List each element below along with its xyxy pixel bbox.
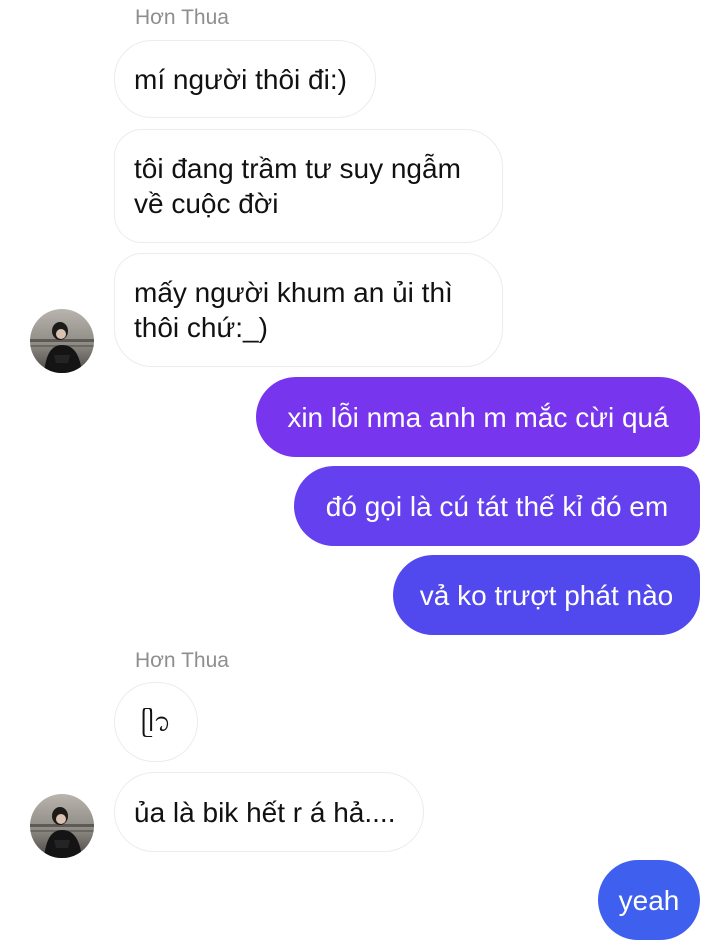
sender-name: Hơn Thua	[135, 6, 229, 29]
message-text: mấy người khum an ủi thì thôi chứ:_)	[134, 277, 453, 343]
message-text: yeah	[618, 884, 680, 916]
outgoing-message-bubble[interactable]: đó gọi là cú tát thế kỉ đó em	[294, 466, 700, 546]
message-text: tôi đang trầm tư suy ngẫm về cuộc đời	[134, 153, 461, 219]
contact-avatar[interactable]	[30, 309, 94, 373]
person-photo-icon	[30, 794, 94, 858]
incoming-message-bubble[interactable]: ᥫ᭡	[114, 682, 198, 762]
outgoing-message-bubble[interactable]: vả ko trượt phát nào	[393, 555, 700, 635]
outgoing-message-bubble[interactable]: yeah	[598, 860, 700, 940]
contact-avatar[interactable]	[30, 794, 94, 858]
message-text: xin lỗi nma anh m mắc cừi quá	[287, 401, 669, 433]
incoming-message-bubble[interactable]: tôi đang trầm tư suy ngẫm về cuộc đời	[114, 129, 503, 243]
incoming-message-bubble[interactable]: mấy người khum an ủi thì thôi chứ:_)	[114, 253, 503, 367]
person-photo-icon	[30, 309, 94, 373]
message-text: ᥫ᭡	[140, 706, 172, 737]
message-text: đó gọi là cú tát thế kỉ đó em	[325, 490, 669, 522]
message-text: vả ko trượt phát nào	[419, 579, 674, 611]
sender-name: Hơn Thua	[135, 649, 229, 672]
message-text: mí người thôi đi:)	[134, 63, 347, 95]
incoming-message-bubble[interactable]: ủa là bik hết r á hả....	[114, 772, 424, 852]
incoming-message-bubble[interactable]: mí người thôi đi:)	[114, 40, 376, 118]
chat-thread: Hơn Thua mí người thôi đi:) tôi đang trầ…	[0, 0, 719, 946]
message-text: ủa là bik hết r á hả....	[134, 796, 396, 828]
outgoing-message-bubble[interactable]: xin lỗi nma anh m mắc cừi quá	[256, 377, 700, 457]
